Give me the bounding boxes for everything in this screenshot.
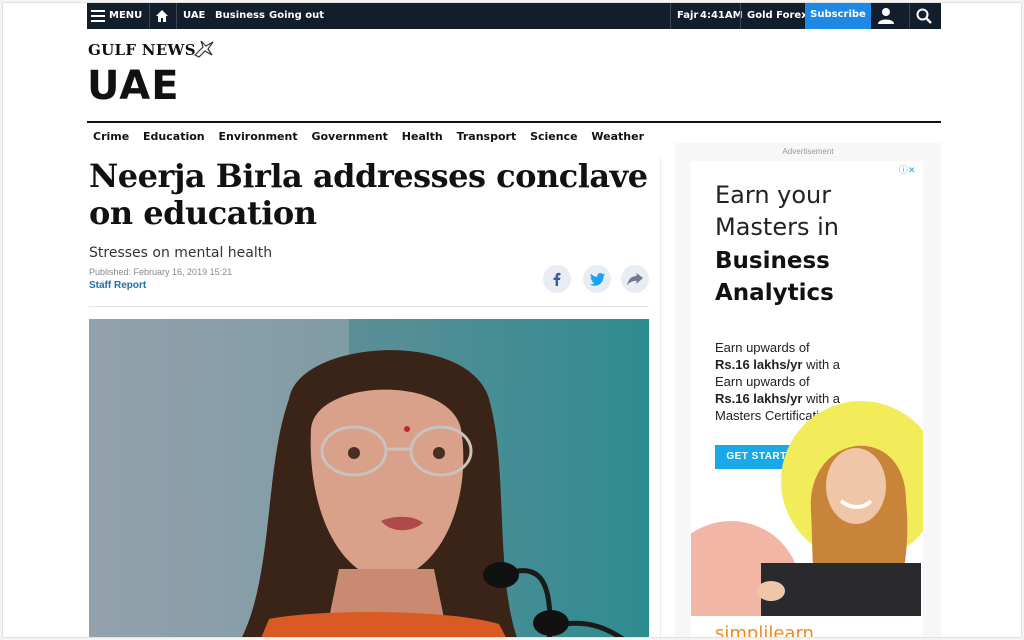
ad-logo[interactable]: simplilearn — [715, 623, 814, 637]
photo-speaker-illustration — [89, 319, 649, 637]
subnav-crime[interactable]: Crime — [93, 130, 129, 143]
ad-model-illustration — [691, 401, 923, 616]
subnav-health[interactable]: Health — [402, 130, 443, 143]
share-icon — [627, 273, 643, 286]
subnav-environment[interactable]: Environment — [218, 130, 297, 143]
subnav-government[interactable]: Government — [311, 130, 387, 143]
user-icon — [878, 8, 894, 24]
falcon-icon — [193, 40, 214, 58]
article-photo — [89, 319, 649, 637]
ad-label: Advertisement — [782, 147, 834, 156]
column-divider — [660, 158, 661, 637]
subnav-education[interactable]: Education — [143, 130, 205, 143]
brand-logo[interactable]: GULF NEWS — [88, 41, 196, 59]
top-bar: MENU UAE Business Going out Fajr 4:41AM … — [87, 3, 941, 29]
publish-date: Published: February 16, 2019 15:21 — [89, 267, 233, 277]
home-button[interactable] — [155, 3, 171, 29]
article-divider — [89, 306, 649, 307]
article-headline: Neerja Birla addresses conclave on educa… — [89, 157, 648, 232]
ad-choices-icon[interactable]: ⓘ✕ — [899, 163, 916, 176]
twitter-share-button[interactable] — [583, 265, 611, 293]
page: MENU UAE Business Going out Fajr 4:41AM … — [2, 2, 1022, 638]
nav-business[interactable]: Business — [215, 3, 265, 29]
subscribe-button[interactable]: Subscribe — [805, 3, 871, 29]
facebook-share-button[interactable] — [543, 265, 571, 293]
prayer-time[interactable]: 4:41AM — [700, 3, 743, 29]
nav-going-out[interactable]: Going out — [269, 3, 324, 29]
subnav-weather[interactable]: Weather — [591, 130, 644, 143]
article-deck: Stresses on mental health — [89, 245, 273, 261]
ad-banner[interactable]: ⓘ✕ Earn your Masters in Business Analyti… — [691, 161, 923, 637]
section-subnav: Crime Education Environment Government H… — [93, 130, 654, 143]
menu-label: MENU — [109, 10, 143, 21]
search-icon — [916, 8, 932, 24]
menu-button[interactable]: MENU — [89, 3, 143, 29]
section-title: UAE — [87, 63, 180, 109]
prayer-name[interactable]: Fajr — [677, 3, 698, 29]
ad-headline-bold: Business Analytics — [715, 248, 834, 306]
byline[interactable]: Staff Report — [89, 280, 146, 291]
account-button[interactable] — [877, 3, 901, 29]
twitter-icon — [589, 273, 605, 286]
nav-uae[interactable]: UAE — [183, 3, 205, 29]
gold-forex-link[interactable]: Gold Forex — [747, 3, 808, 29]
masthead-divider — [87, 121, 941, 123]
subnav-science[interactable]: Science — [530, 130, 578, 143]
search-button[interactable] — [916, 3, 936, 29]
share-button[interactable] — [621, 265, 649, 293]
menu-icon — [91, 10, 105, 22]
ad-headline-light: Earn your Masters in — [715, 181, 839, 241]
home-icon — [156, 10, 168, 22]
ad-sidebar: Advertisement ⓘ✕ Earn your Masters in Bu… — [675, 143, 941, 637]
subnav-transport[interactable]: Transport — [457, 130, 517, 143]
facebook-icon — [553, 272, 561, 286]
